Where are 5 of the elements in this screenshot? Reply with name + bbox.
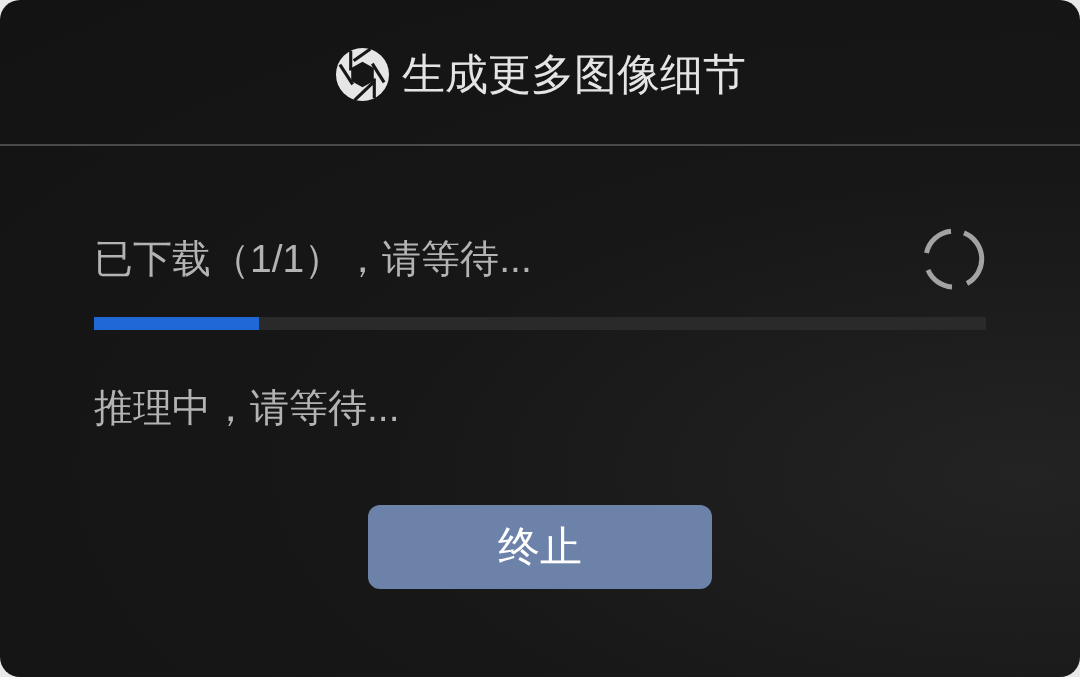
stop-button[interactable]: 终止 bbox=[368, 505, 712, 589]
inference-status-text: 推理中，请等待... bbox=[94, 385, 401, 431]
camera-shutter-icon bbox=[334, 46, 390, 102]
dialog-title: 生成更多图像细节 bbox=[401, 49, 746, 100]
download-status-text: 已下载（1/1），请等待... bbox=[94, 236, 532, 282]
